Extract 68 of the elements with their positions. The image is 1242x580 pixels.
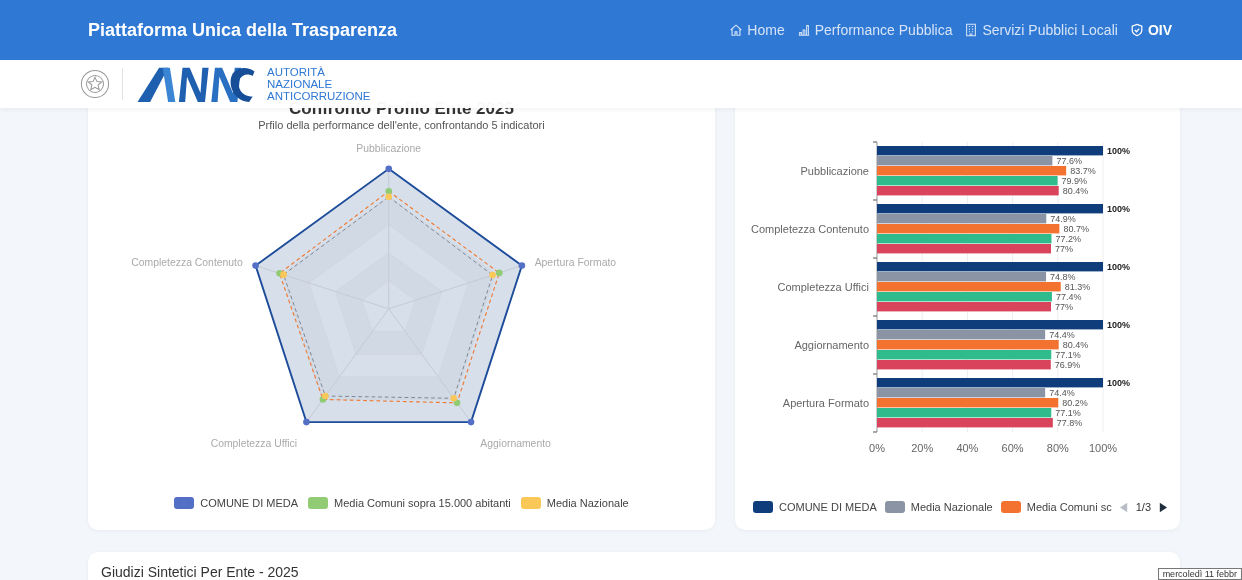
legend-item[interactable]: COMUNE DI MEDA [753,501,877,513]
value-label: 80.2% [1062,398,1088,408]
axis-label: Completezza Contenuto [131,257,243,269]
axis-label: Completezza Uffici [210,437,298,449]
data-point [385,165,393,173]
value-label: 74.4% [1049,330,1075,340]
value-label: 79.9% [1061,176,1088,186]
data-point [467,418,475,426]
legend-item[interactable]: Media Comuni sc [1000,501,1112,513]
axis-tick-label: 20% [911,442,934,454]
bar-chart-icon [796,23,811,37]
building-icon [964,23,979,37]
value-label: 80.4% [1062,186,1089,196]
value-label: 77.4% [1055,292,1082,302]
axis-tick-label: 80% [1046,442,1069,454]
legend-item[interactable]: COMUNE DI MEDA [174,497,299,509]
app-title: Piattaforma Unica della Trasparenza [88,19,398,41]
date-tooltip: mercoledì 11 febbr [1157,568,1242,580]
axis-label: Aggiornamento [480,437,551,449]
data-point [252,262,259,269]
value-label: 100% [1107,378,1131,388]
value-label: 76.9% [1054,360,1081,370]
value-label: 77% [1055,244,1074,254]
home-icon [729,23,744,37]
value-label: 77.1% [1055,350,1081,360]
value-label: 80.4% [1062,340,1089,350]
value-label: 77.2% [1055,234,1081,244]
value-label: 80.7% [1063,224,1089,234]
value-label: 74.8% [1050,272,1076,282]
card-title: Confronto Profilo Ente 2025 [289,99,514,119]
legend-item[interactable]: Media Nazionale [520,497,629,509]
value-label: 77.1% [1055,408,1081,418]
logo-text: ANTICORRUZIONE [267,90,371,102]
data-point [518,262,526,269]
legend-item[interactable]: Media Comuni sopra 15.000 abitanti [308,497,511,509]
axis-label: Apertura Formato [534,257,617,269]
category-label: Aggiornamento [794,339,869,351]
value-label: 81.3% [1064,282,1091,292]
emblem-icon [78,67,112,101]
axis-label: Pubblicazione [356,142,422,154]
category-label: Completezza Uffici [777,281,869,293]
category-label: Completezza Contenuto [751,223,869,235]
value-label: 77.6% [1056,156,1082,166]
shield-icon [1129,23,1144,37]
value-label: 77.8% [1056,418,1083,428]
section-title: Giudizi Sintetici Per Ente - 2025 [101,564,299,580]
legend-item[interactable]: Media Nazionale [884,501,993,513]
card-subtitle: Prfilo della performance dell'ente, confrontando 5 indicatori [258,119,545,131]
axis-tick-label: 100% [1088,442,1118,454]
page-indicator: 1/3 [1135,501,1151,513]
value-label: 77% [1055,302,1074,312]
category-label: Apertura Formato [782,397,869,409]
category-label: Pubblicazione [800,165,869,177]
value-label: 100% [1107,320,1131,330]
data-point [303,418,310,426]
value-label: 100% [1107,262,1131,272]
value-label: 100% [1107,146,1131,156]
logo-text: NAZIONALE [267,78,334,90]
axis-tick-label: 60% [1001,442,1024,454]
value-label: 100% [1107,204,1131,214]
value-label: 83.7% [1070,166,1096,176]
axis-tick-label: 0% [869,442,885,454]
nav-link[interactable]: OIV [1129,22,1172,38]
next-page-icon[interactable] [1159,501,1167,513]
value-label: 74.4% [1049,388,1075,398]
value-label: 74.9% [1050,214,1076,224]
logo-text: AUTORITÀ [267,66,326,78]
axis-tick-label: 40% [956,442,979,454]
